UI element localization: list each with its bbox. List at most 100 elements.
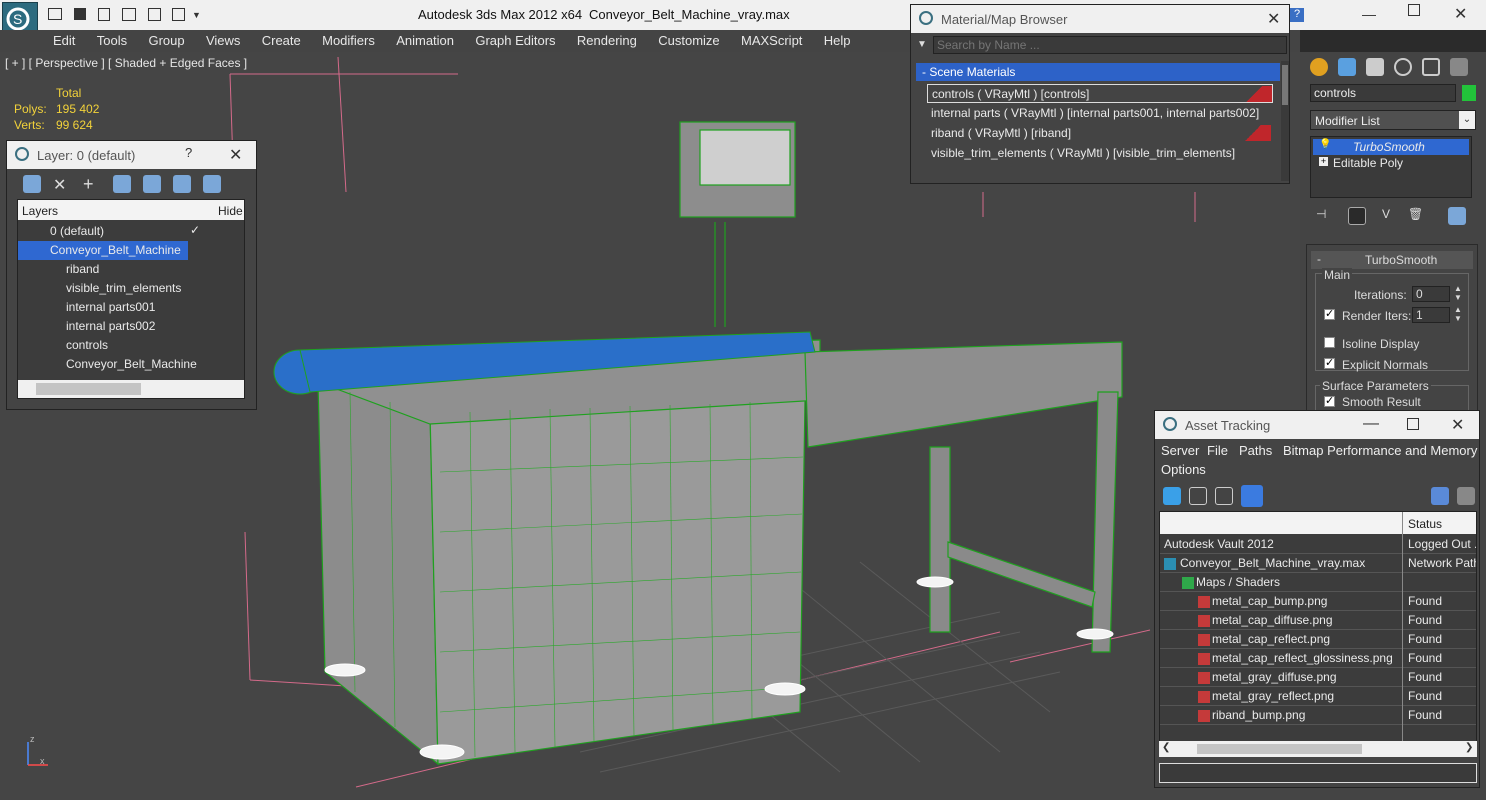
highlight-layer-icon[interactable] (143, 175, 161, 193)
menu-help[interactable]: Help (815, 30, 860, 52)
asset-row[interactable]: Autodesk Vault 2012 Logged Out ... (1160, 535, 1476, 554)
render-iters-checkbox[interactable] (1324, 307, 1335, 320)
menu-file[interactable]: File (1207, 443, 1228, 458)
close-icon[interactable]: ✕ (1454, 4, 1467, 24)
minimize-icon[interactable]: — (1363, 415, 1379, 433)
material-item[interactable]: internal parts ( VRayMtl ) [internal par… (927, 104, 1273, 123)
material-item[interactable]: visible_trim_elements ( VRayMtl ) [visib… (927, 144, 1273, 163)
stack-item-selected[interactable]: 💡 TurboSmooth (1313, 139, 1469, 155)
menu-server[interactable]: Server (1161, 443, 1199, 458)
hierarchy-tab-icon[interactable] (1366, 58, 1384, 76)
layer-row[interactable]: 0 (default) ✓ (18, 222, 244, 241)
stack-item[interactable]: + Editable Poly (1313, 155, 1469, 171)
menu-tools[interactable]: Tools (88, 30, 136, 52)
thumbnail-view-icon[interactable] (1215, 487, 1233, 505)
hide-all-icon[interactable] (173, 175, 191, 193)
spinner-arrows-icon[interactable]: ▲ ▼ (1454, 305, 1462, 323)
save-icon[interactable] (74, 8, 86, 20)
delete-layer-icon[interactable]: ✕ (53, 175, 71, 194)
menu-graph-editors[interactable]: Graph Editors (466, 30, 564, 52)
horizontal-scrollbar[interactable]: ❮ ❯ (1159, 741, 1477, 757)
layer-row-selected[interactable]: Conveyor_Belt_Machine (18, 241, 188, 260)
modify-tab-icon[interactable] (1338, 58, 1356, 76)
object-name-input[interactable] (1310, 84, 1456, 102)
help-icon[interactable] (1431, 487, 1449, 505)
add-to-layer-icon[interactable]: + (83, 174, 101, 194)
hold-icon[interactable] (122, 8, 136, 21)
pin-stack-icon[interactable]: ⊣ (1316, 207, 1334, 225)
minimize-icon[interactable]: — (1362, 6, 1376, 22)
smooth-result-checkbox[interactable] (1324, 394, 1335, 407)
spinner-arrows-icon[interactable]: ▲ ▼ (1454, 284, 1462, 302)
menu-options[interactable]: Options (1161, 462, 1206, 477)
menu-customize[interactable]: Customize (649, 30, 728, 52)
material-browser-titlebar[interactable]: Material/Map Browser ✕ (911, 5, 1289, 33)
create-tab-icon[interactable] (1310, 58, 1328, 76)
menu-rendering[interactable]: Rendering (568, 30, 646, 52)
horizontal-scrollbar[interactable] (18, 380, 244, 398)
material-search-input[interactable] (933, 36, 1287, 54)
menu-maxscript[interactable]: MAXScript (732, 30, 811, 52)
menu-views[interactable]: Views (197, 30, 249, 52)
asset-tracking-titlebar[interactable]: Asset Tracking — ✕ (1155, 411, 1479, 439)
scene-materials-header[interactable]: - Scene Materials (916, 63, 1280, 81)
menu-animation[interactable]: Animation (387, 30, 463, 52)
render-iters-spinner[interactable]: 1 (1412, 307, 1450, 323)
select-objects-icon[interactable] (113, 175, 131, 193)
undo-icon[interactable] (148, 8, 161, 21)
asset-path-field[interactable] (1159, 763, 1477, 783)
rollout-header[interactable]: - TurboSmooth (1311, 251, 1473, 269)
redo-icon[interactable] (172, 8, 185, 21)
modifier-list-dropdown[interactable]: Modifier List ⌄ (1310, 110, 1476, 130)
menu-bitmap-performance[interactable]: Bitmap Performance and Memory (1283, 443, 1477, 458)
list-view-icon[interactable] (1189, 487, 1207, 505)
material-item[interactable]: controls ( VRayMtl ) [controls] (927, 84, 1273, 103)
lightbulb-icon[interactable]: 💡 (1319, 139, 1331, 150)
isoline-checkbox[interactable] (1324, 337, 1335, 348)
menu-modifiers[interactable]: Modifiers (313, 30, 384, 52)
active-check-icon[interactable]: ✓ (190, 223, 200, 237)
new-icon[interactable] (98, 8, 110, 21)
motion-tab-icon[interactable] (1394, 58, 1412, 76)
context-help-icon[interactable] (1457, 487, 1475, 505)
material-item[interactable]: riband ( VRayMtl ) [riband] (927, 124, 1273, 143)
expand-icon[interactable]: + (1319, 157, 1328, 166)
layer-child-row[interactable]: riband (18, 260, 244, 279)
iterations-spinner[interactable]: 0 (1412, 286, 1450, 302)
refresh-icon[interactable] (1163, 487, 1181, 505)
scroll-right-icon[interactable]: ❯ (1465, 742, 1473, 753)
open-icon[interactable] (48, 8, 62, 20)
explicit-normals-checkbox[interactable] (1324, 356, 1335, 369)
close-icon[interactable]: ✕ (229, 145, 242, 165)
remove-modifier-icon[interactable]: 🗑 (1408, 207, 1426, 225)
menu-create[interactable]: Create (253, 30, 310, 52)
menu-group[interactable]: Group (139, 30, 193, 52)
menu-edit[interactable]: Edit (44, 30, 84, 52)
layer-child-row[interactable]: Conveyor_Belt_Machine (18, 355, 244, 374)
scroll-left-icon[interactable]: ❮ (1162, 742, 1170, 753)
utilities-tab-icon[interactable] (1450, 58, 1468, 76)
maximize-icon[interactable] (1407, 418, 1419, 430)
layer-child-row[interactable]: internal parts002 (18, 317, 244, 336)
layer-child-row[interactable]: internal parts001 (18, 298, 244, 317)
configure-sets-icon[interactable] (1448, 207, 1466, 225)
maximize-icon[interactable] (1408, 4, 1420, 16)
col-layers[interactable]: Layers (22, 204, 58, 218)
col-status[interactable]: Status (1408, 517, 1442, 531)
show-end-result-icon[interactable] (1348, 207, 1366, 225)
object-color-swatch[interactable] (1462, 85, 1476, 101)
layer-child-row[interactable]: visible_trim_elements (18, 279, 244, 298)
table-view-icon[interactable] (1241, 485, 1263, 507)
help-icon[interactable]: ? (185, 145, 192, 160)
close-icon[interactable]: ✕ (1451, 415, 1464, 435)
dropdown-arrow-icon[interactable]: ▼ (192, 10, 201, 20)
create-layer-icon[interactable] (23, 175, 41, 193)
help-icon[interactable]: ? (1290, 8, 1304, 22)
freeze-all-icon[interactable] (203, 175, 221, 193)
vertical-scrollbar[interactable] (1281, 61, 1289, 181)
options-dropdown-icon[interactable]: ▼ (917, 39, 927, 50)
asset-row[interactable]: Maps / Shaders (1160, 573, 1476, 592)
asset-row[interactable]: Conveyor_Belt_Machine_vray.max Network Pa… (1160, 554, 1476, 573)
menu-paths[interactable]: Paths (1239, 443, 1272, 458)
display-tab-icon[interactable] (1422, 58, 1440, 76)
